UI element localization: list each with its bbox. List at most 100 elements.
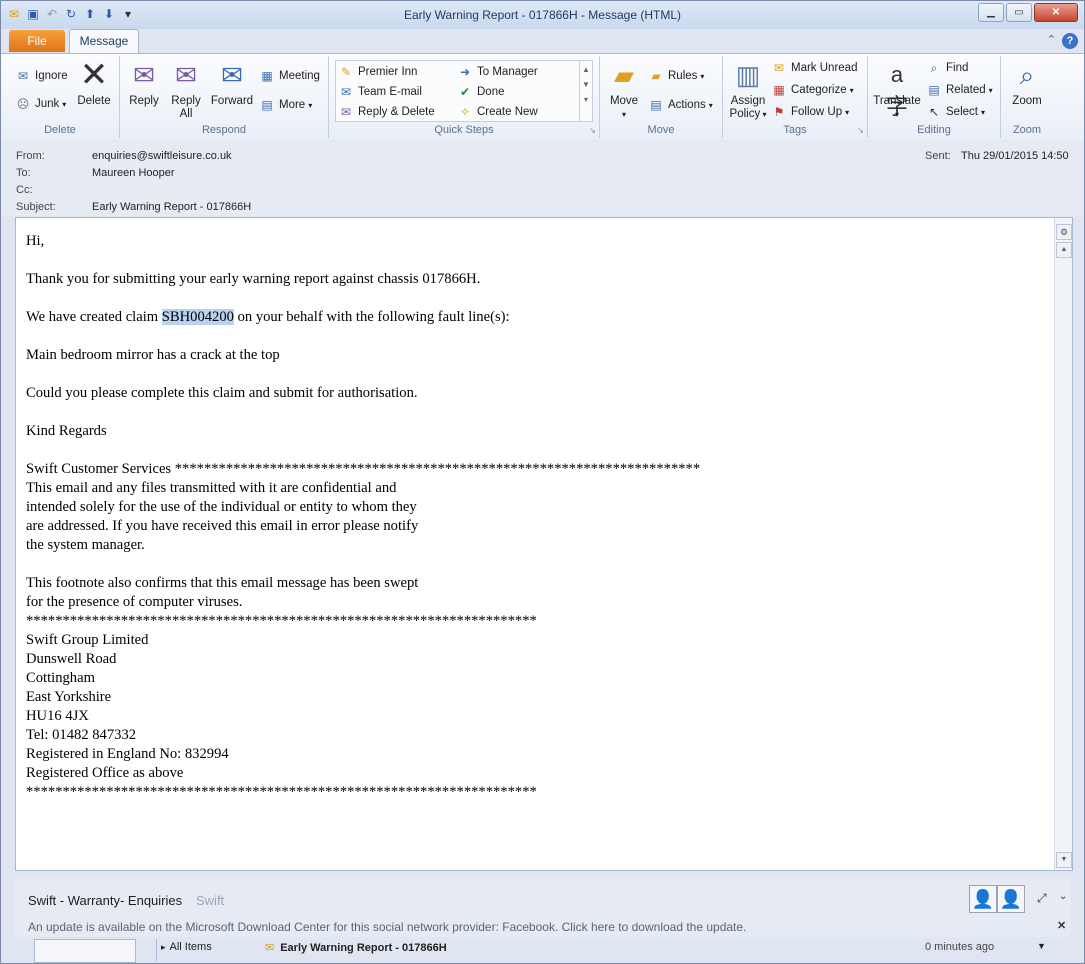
quick-step-create-new[interactable]: ✧ Create New [457,104,538,120]
subject-value: Early Warning Report - 017866H [92,201,252,213]
more-respond-button[interactable]: ▤ More ▾ [259,97,312,113]
divider [156,939,157,961]
editing-group: a字 Translate ▾ ⌕ Find ▤ Related ▾ ↖ Select ▾ E… [868,56,1001,138]
delete-button[interactable]: ✕ Delete [75,56,113,108]
tab-message[interactable]: Message [69,29,139,54]
move-button[interactable]: ▰ Move ▾ [606,59,642,121]
avatar[interactable]: 👤 [969,885,997,913]
to-value[interactable]: Maureen Hooper [92,167,175,179]
disclaimer-line: This email and any files transmitted wit… [26,480,397,496]
junk-button[interactable]: ☹ Junk ▾ [15,96,67,112]
address-line: Cottingham [26,670,95,686]
minimize-ribbon-icon[interactable]: ⌃ [1047,33,1056,49]
help-icon[interactable]: ? [1062,33,1078,49]
update-notice[interactable]: An update is available on the Microsoft … [28,920,746,934]
expand-pane-icon[interactable]: ⤢ [1037,891,1047,906]
reply-all-button[interactable]: ✉ Reply All [168,59,204,121]
ignore-button[interactable]: ✉ Ignore [15,68,68,84]
all-items-item[interactable]: ▸ All Items [161,941,212,953]
quick-step-premier-inn[interactable]: ✎ Premier Inn [338,64,417,80]
quick-step-reply-delete[interactable]: ✉ Reply & Delete [338,104,435,120]
footnote-line: This footnote also confirms that this em… [26,575,419,591]
related-button[interactable]: ▤ Related ▾ [926,82,992,98]
forward-icon: ✉ [221,60,243,90]
editing-group-label: Editing [917,124,951,136]
close-notice-icon[interactable]: ✕ [1057,919,1066,932]
address-line: East Yorkshire [26,689,112,705]
categorize-button[interactable]: ▦ Categorize ▾ [771,82,853,98]
reply-button[interactable]: ✉ Reply [126,59,162,108]
to-manager-icon: ➜ [459,65,471,79]
quick-steps-scroll[interactable]: ▲ ▼ ▾ [579,61,592,121]
scroll-down-small-icon[interactable]: ▼ [1037,941,1046,951]
activity-message-row[interactable]: ✉ Early Warning Report - 017866H [265,941,447,954]
disclaimer-line: are addressed. If you have received this… [26,518,419,534]
premier-inn-icon: ✎ [340,65,352,79]
scroll-up-button[interactable]: ▲ [1056,242,1072,258]
mark-unread-button[interactable]: ✉ Mark Unread [771,60,858,76]
quick-steps-group-label: Quick Steps [434,124,494,136]
meeting-button[interactable]: ▦ Meeting [259,68,320,84]
ribbon-tabs: File Message ⌃ ? [1,29,1084,54]
window-title: Early Warning Report - 017866H - Message… [404,8,681,22]
stars-divider: ****************************************… [26,613,537,629]
actions-button[interactable]: ▤ Actions ▾ [648,97,712,113]
people-pane-contact-name[interactable]: Swift - Warranty- Enquiries [28,893,182,908]
cc-label: Cc: [16,184,33,196]
view-options-icon[interactable]: ⚙ [1056,224,1072,240]
delete-group: ✉ Ignore ☹ Junk ▾ ✕ Delete Delete [1,56,120,138]
meeting-icon: ▦ [261,69,273,83]
team-email-icon: ✉ [340,85,352,99]
to-label: To: [16,167,31,179]
greeting-text: Hi, [26,233,45,249]
reply-delete-icon: ✉ [340,105,352,119]
message-content: Hi, Thank you for submitting your early … [26,232,1046,802]
forward-button[interactable]: ✉ Forward [208,59,256,108]
quick-step-done[interactable]: ✔ Done [457,84,505,100]
disclaimer-line: the system manager. [26,537,145,553]
thanks-text: Thank you for submitting your early warn… [26,271,481,287]
actions-icon: ▤ [650,98,662,112]
address-line: Dunswell Road [26,651,117,667]
find-button[interactable]: ⌕ Find [926,60,969,76]
chevron-down-icon[interactable]: ⌄ [1059,891,1067,902]
follow-up-button[interactable]: ⚑ Follow Up ▾ [771,104,850,120]
outlook-message-window: ✉ ▣ ↶ ↻ ⬆ ⬇ ▾ Early Warning Report - 017… [0,0,1085,964]
reply-all-icon: ✉ [175,60,197,90]
zoom-group-label: Zoom [1012,124,1042,136]
title-bar: ✉ ▣ ↶ ↻ ⬆ ⬇ ▾ Early Warning Report - 017… [1,1,1084,29]
claim-id-selected[interactable]: SBH004200 [161,309,234,325]
ignore-icon: ✉ [17,69,29,83]
tab-file[interactable]: File [9,30,65,52]
reply-icon: ✉ [133,60,155,90]
activity-time: 0 minutes ago [925,941,995,953]
avatar[interactable]: 👤 [997,885,1025,913]
vertical-scrollbar[interactable]: ⚙ ▲ ▼ [1054,218,1072,870]
quick-step-to-manager[interactable]: ➜ To Manager [457,64,538,80]
find-binoculars-icon: ⌕ [930,61,938,75]
select-button[interactable]: ↖ Select ▾ [926,104,985,120]
stars-divider: ****************************************… [26,784,537,800]
envelope-icon: ✉ [265,942,275,954]
close-button[interactable]: ✕ [1034,3,1078,22]
mark-unread-icon: ✉ [773,61,785,75]
delete-x-icon: ✕ [79,56,109,94]
maximize-button[interactable]: ▭ [1006,3,1032,22]
done-check-icon: ✔ [459,85,471,99]
translate-button[interactable]: a字 Translate ▾ [870,59,924,121]
scroll-down-button[interactable]: ▼ [1056,852,1072,868]
message-body[interactable]: Hi, Thank you for submitting your early … [15,217,1073,871]
rules-button[interactable]: ▰ Rules ▾ [648,68,704,84]
expand-icon: ▸ [161,942,166,952]
from-value[interactable]: enquiries@swiftleisure.co.uk [92,150,232,162]
minimize-button[interactable]: ▁ [978,3,1004,22]
people-pane: Swift - Warranty- Enquiries Swift 👤 👤 ⤢ … [15,877,1071,939]
zoom-button[interactable]: ⌕ Zoom [1007,59,1047,108]
assign-policy-icon: ▥ [735,60,761,90]
address-line: HU16 4JX [26,708,89,724]
activity-nav-box[interactable] [34,939,136,963]
quick-step-team-email[interactable]: ✉ Team E-mail [338,84,422,100]
assign-policy-button[interactable]: ▥ Assign Policy ▾ [727,59,769,121]
tags-group-label: Tags [783,124,807,136]
ribbon-right-controls: ⌃ ? [1047,33,1078,49]
